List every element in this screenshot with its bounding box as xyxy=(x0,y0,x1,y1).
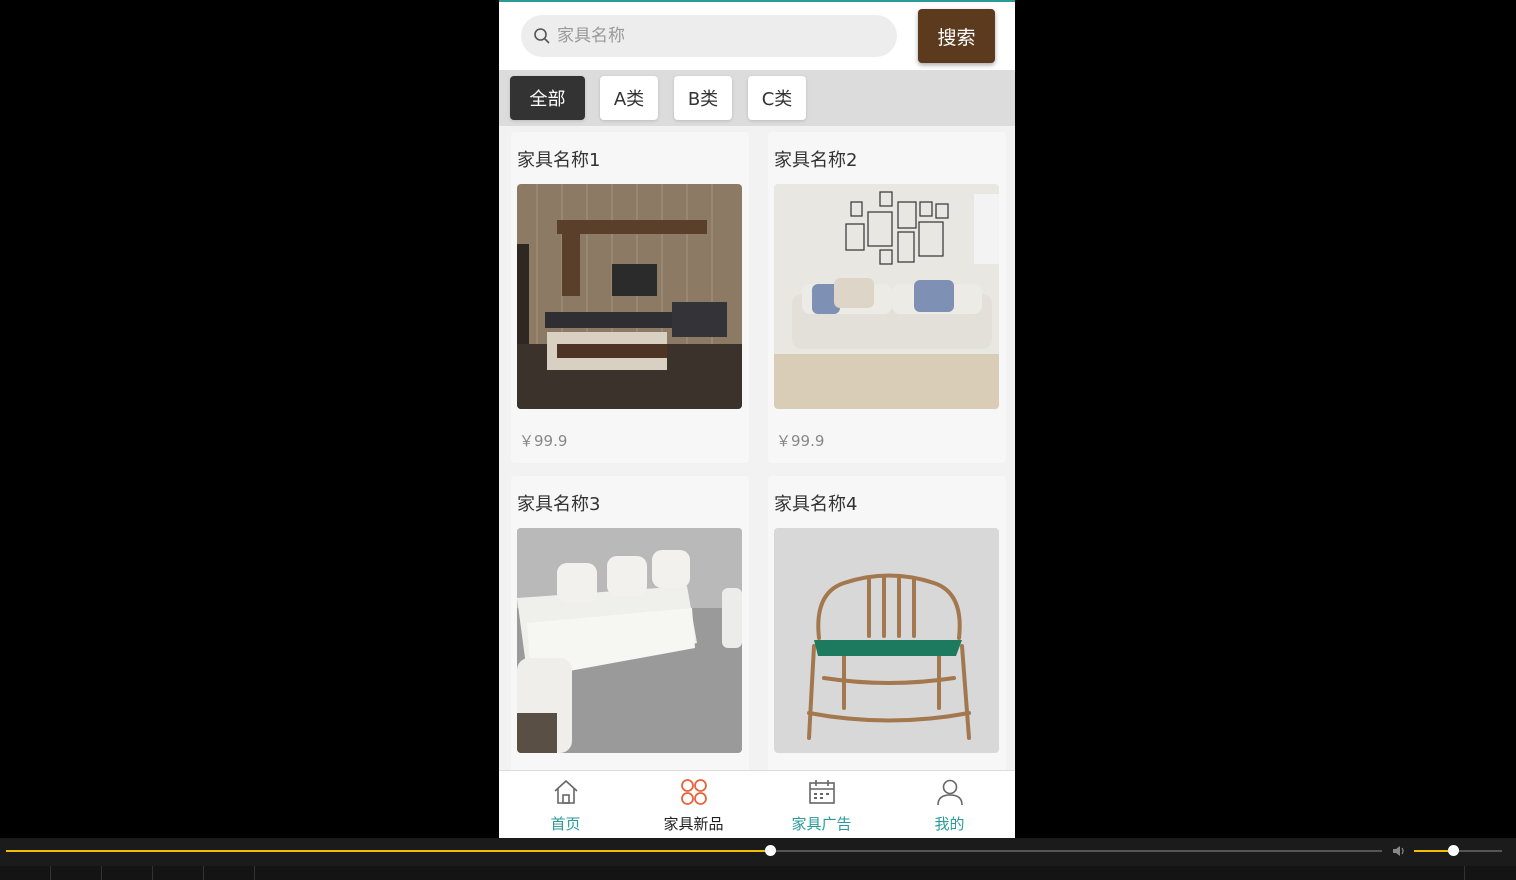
toolbar-divider xyxy=(152,866,153,880)
category-bar: 全部 A类 B类 C类 xyxy=(499,70,1015,126)
tab-new-furniture-label: 家具新品 xyxy=(663,815,724,833)
product-card[interactable]: 家具名称2 ￥99.9 xyxy=(768,132,1006,463)
product-price: ￥99.9 xyxy=(776,432,825,450)
user-icon xyxy=(936,779,963,806)
search-button[interactable]: 搜索 xyxy=(918,9,995,63)
product-grid: 家具名称1 ￥99.9 家具名称2 ￥99.9 家具名称3 家具名称4 xyxy=(499,126,1015,770)
toolbar-divider xyxy=(101,866,102,880)
product-card[interactable]: 家具名称3 xyxy=(511,476,749,770)
category-tab-all[interactable]: 全部 xyxy=(510,76,585,120)
home-icon xyxy=(553,780,578,804)
seek-progress xyxy=(6,850,770,852)
category-tab-a[interactable]: A类 xyxy=(600,76,658,120)
toolbar-divider xyxy=(254,866,255,880)
product-name: 家具名称4 xyxy=(774,494,858,515)
product-card[interactable]: 家具名称4 xyxy=(768,476,1006,770)
volume-level xyxy=(1414,850,1453,852)
seek-bar[interactable] xyxy=(6,845,1382,856)
calendar-icon xyxy=(808,780,835,804)
tab-mine[interactable]: 我的 xyxy=(885,771,1014,838)
seek-handle[interactable] xyxy=(764,845,776,856)
clover-icon xyxy=(680,779,707,805)
tab-home-label: 首页 xyxy=(550,815,581,833)
tab-furniture-ads[interactable]: 家具广告 xyxy=(757,771,886,838)
product-card[interactable]: 家具名称1 ￥99.9 xyxy=(511,132,749,463)
tab-furniture-ads-label: 家具广告 xyxy=(791,815,852,833)
bottom-tab-bar: 首页 家具新品 家具广告 我的 xyxy=(499,770,1015,838)
phone-screen: 搜索 全部 A类 B类 C类 家具名称1 xyxy=(499,0,1015,838)
volume-icon[interactable] xyxy=(1391,843,1407,859)
product-price: ￥99.9 xyxy=(519,432,568,450)
product-image-white-sofa[interactable] xyxy=(774,184,999,409)
product-name: 家具名称1 xyxy=(517,150,601,171)
tab-home[interactable]: 首页 xyxy=(501,771,630,838)
product-name: 家具名称2 xyxy=(774,150,858,171)
product-image-tv-cabinet[interactable] xyxy=(517,184,742,409)
volume-handle[interactable] xyxy=(1447,845,1459,856)
toolbar-divider xyxy=(50,866,51,880)
search-box[interactable] xyxy=(521,15,897,57)
tab-new-furniture[interactable]: 家具新品 xyxy=(629,771,758,838)
category-tab-c[interactable]: C类 xyxy=(748,76,806,120)
search-input[interactable] xyxy=(557,15,887,57)
media-player-bar xyxy=(0,838,1516,880)
product-name: 家具名称3 xyxy=(517,494,601,515)
category-tab-b[interactable]: B类 xyxy=(674,76,732,120)
search-bar: 搜索 xyxy=(499,2,1015,70)
product-image-wooden-armchair[interactable] xyxy=(774,528,999,753)
tab-mine-label: 我的 xyxy=(934,815,965,833)
volume-slider[interactable] xyxy=(1414,845,1502,856)
toolbar-divider xyxy=(203,866,204,880)
search-icon xyxy=(534,28,550,44)
product-image-sectional-sofa[interactable] xyxy=(517,528,742,753)
toolbar-divider xyxy=(1464,866,1465,880)
player-toolbar xyxy=(0,866,1516,880)
